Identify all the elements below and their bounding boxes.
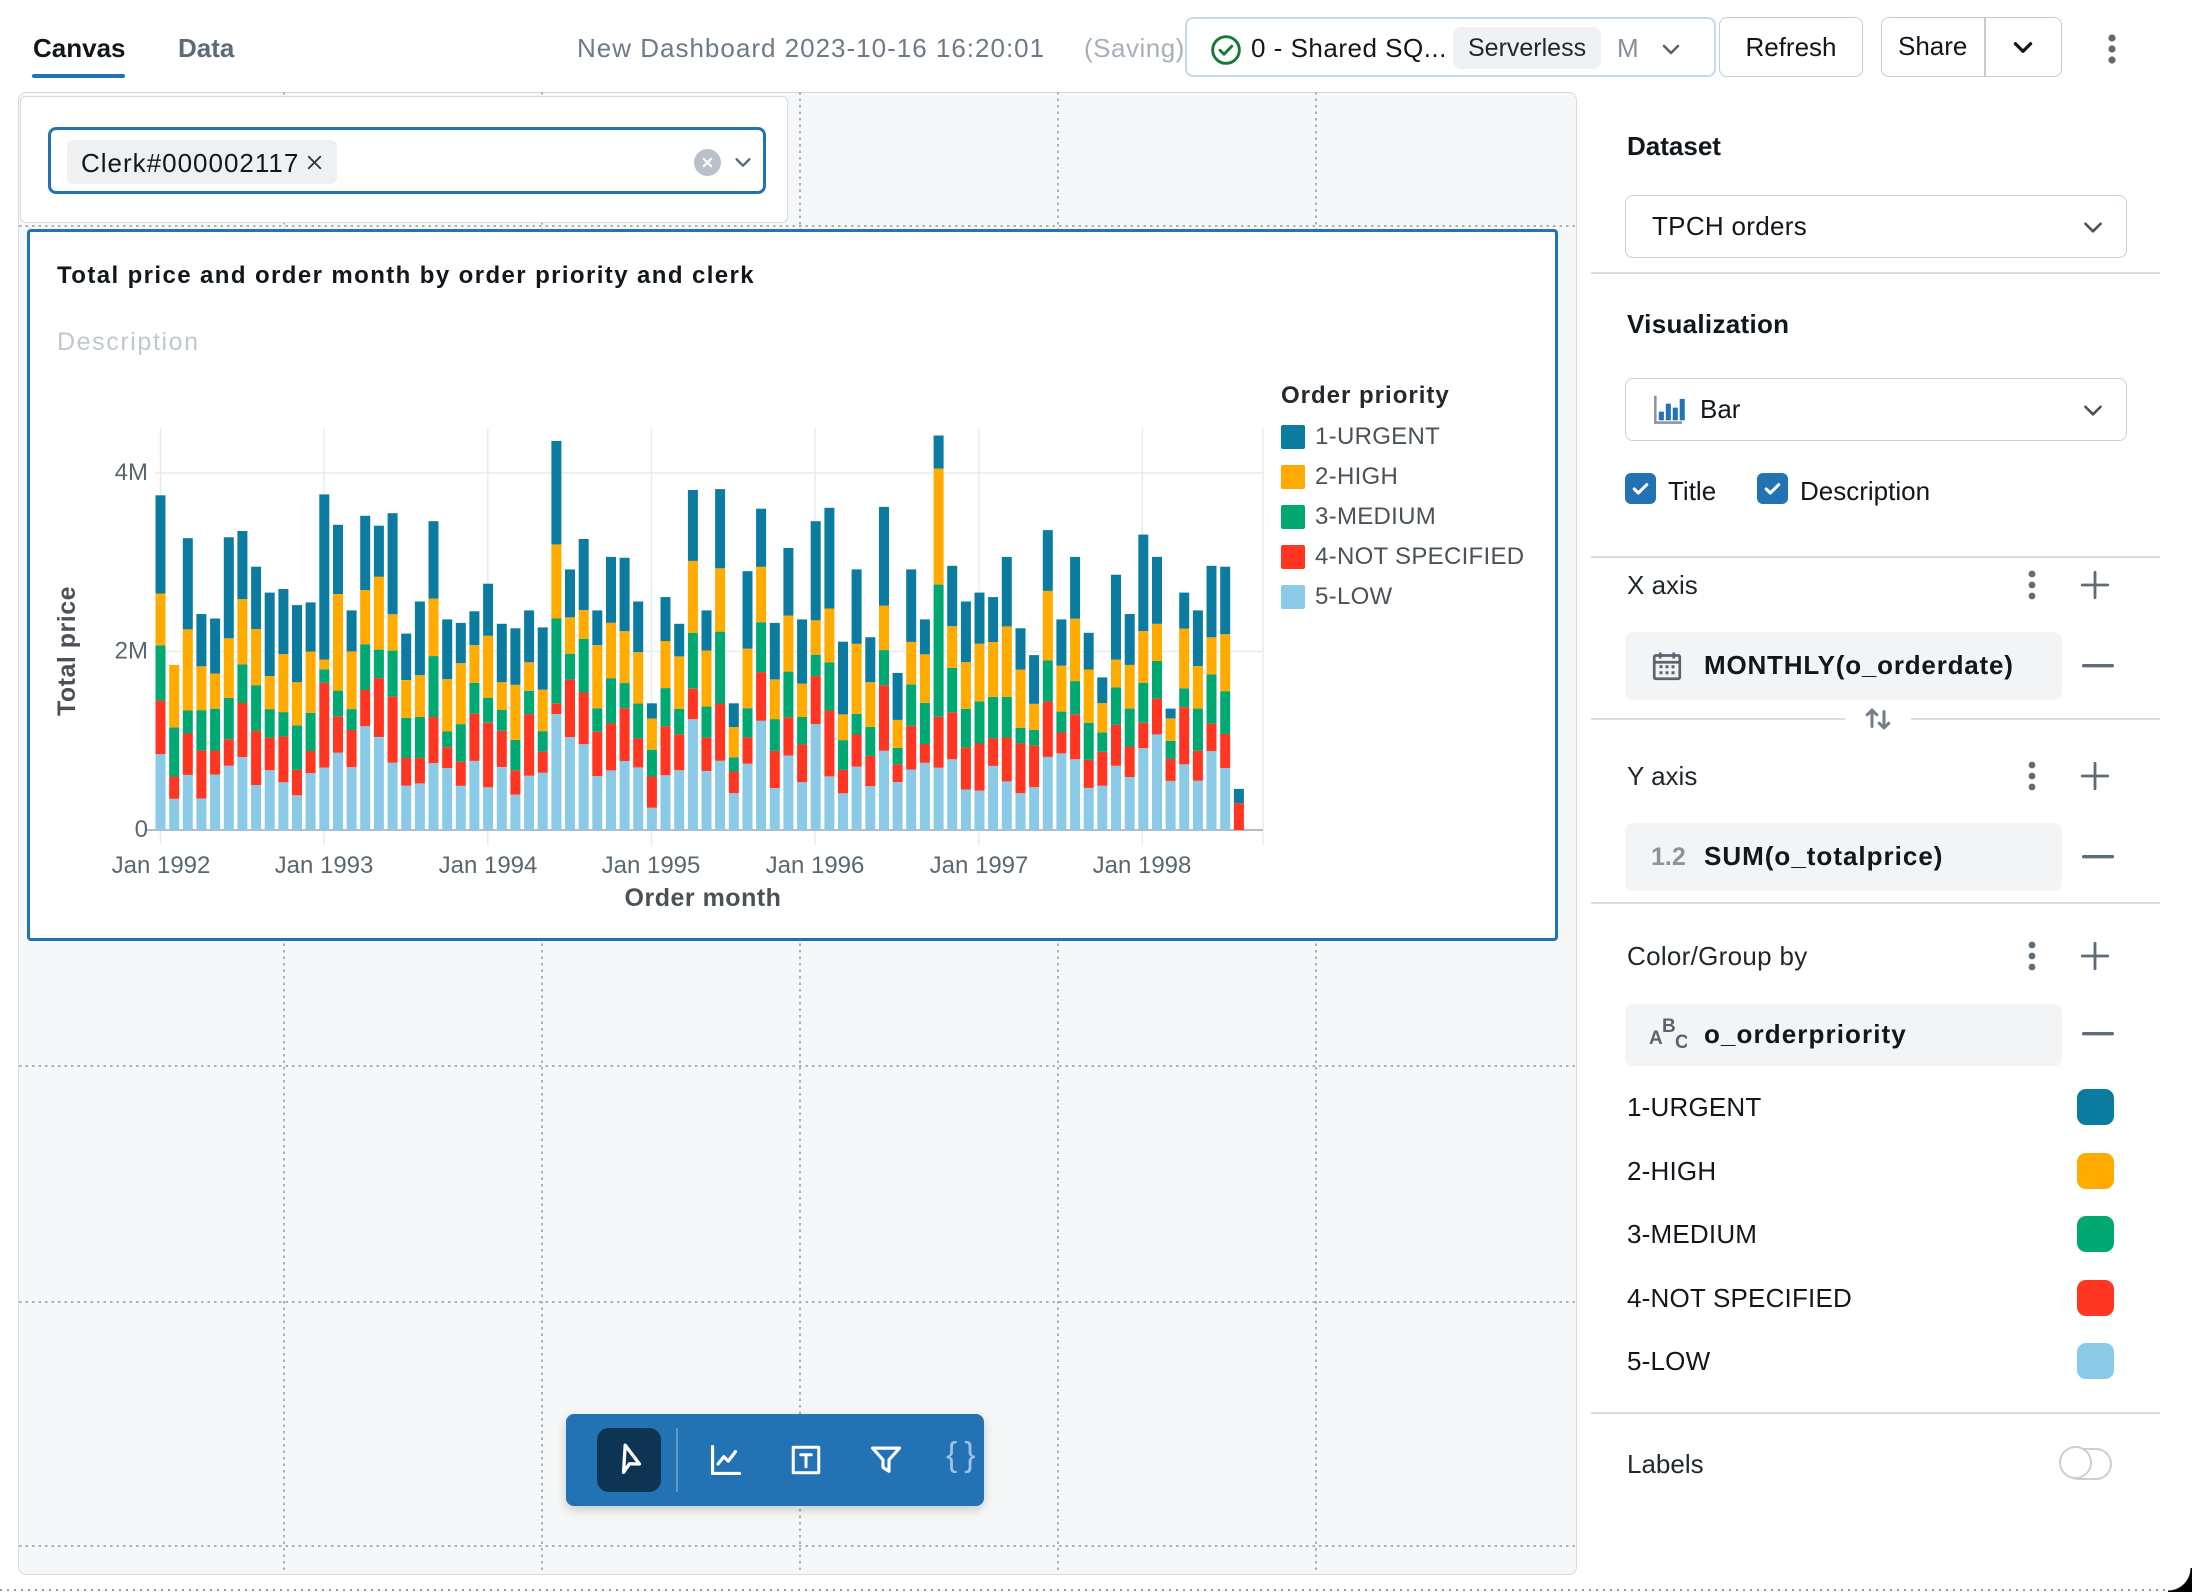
svg-text:0: 0: [135, 816, 148, 843]
svg-text:2M: 2M: [115, 638, 148, 665]
svg-text:Jan 1993: Jan 1993: [275, 852, 374, 879]
svg-text:2-HIGH: 2-HIGH: [1315, 463, 1398, 490]
svg-text:Order month: Order month: [625, 884, 782, 912]
svg-text:Jan 1997: Jan 1997: [930, 852, 1029, 879]
svg-text:3-MEDIUM: 3-MEDIUM: [1315, 503, 1436, 530]
svg-text:1-URGENT: 1-URGENT: [1315, 423, 1440, 450]
svg-text:Jan 1996: Jan 1996: [766, 852, 865, 879]
svg-text:5-LOW: 5-LOW: [1315, 583, 1393, 610]
svg-text:4-NOT SPECIFIED: 4-NOT SPECIFIED: [1315, 543, 1524, 570]
svg-text:A: A: [1649, 1028, 1663, 1049]
svg-text:Total price: Total price: [53, 586, 81, 716]
svg-text:B: B: [1662, 1017, 1676, 1037]
svg-text:C: C: [1675, 1032, 1687, 1053]
svg-text:Order priority: Order priority: [1281, 382, 1450, 409]
svg-text:Jan 1994: Jan 1994: [439, 852, 538, 879]
svg-text:Jan 1998: Jan 1998: [1093, 852, 1192, 879]
svg-text:4M: 4M: [115, 459, 148, 486]
svg-text:Jan 1992: Jan 1992: [112, 852, 211, 879]
svg-text:Jan 1995: Jan 1995: [602, 852, 701, 879]
